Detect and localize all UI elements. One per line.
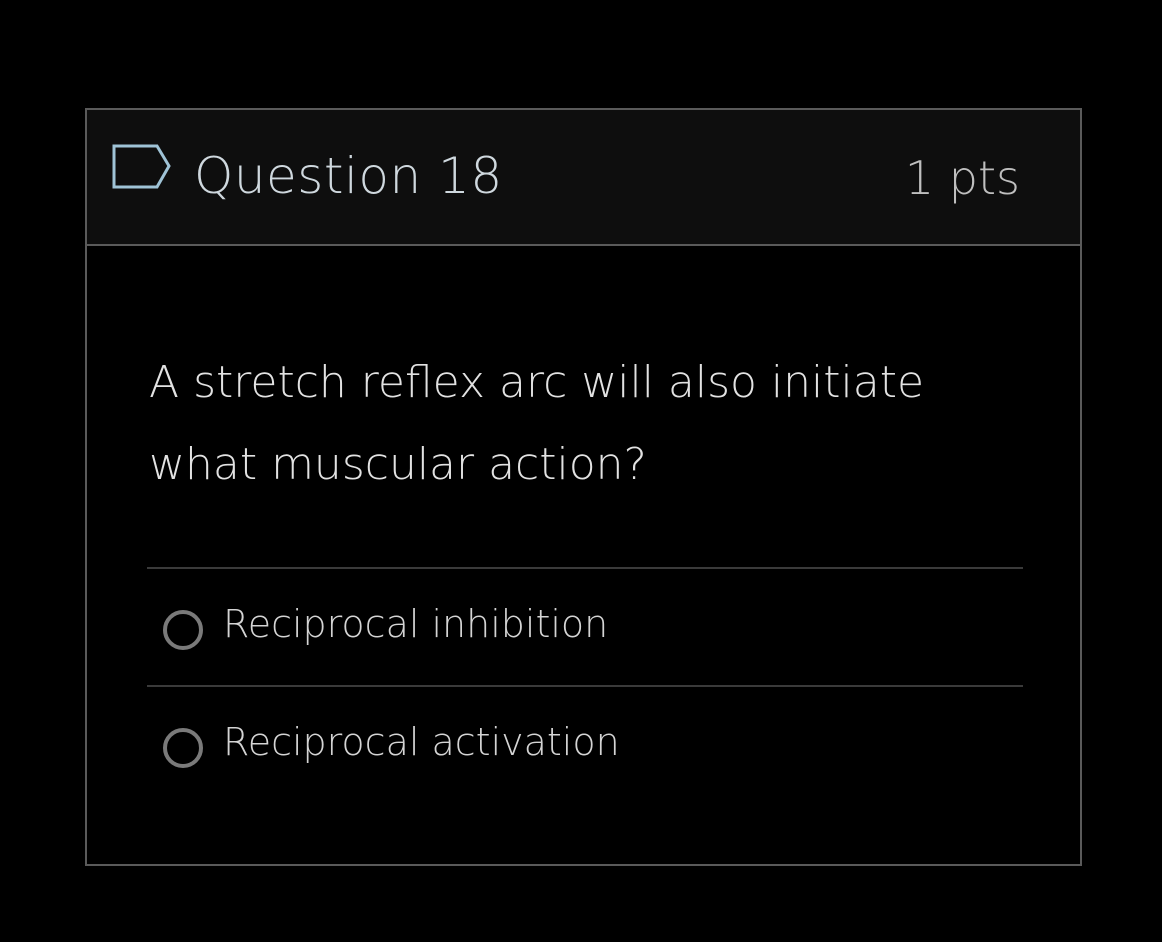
answer-label[interactable]: Reciprocal activation [223,717,620,767]
question-title: Question 18 [194,147,503,205]
radio-button[interactable] [163,728,203,768]
answer-option[interactable]: Reciprocal activation [147,685,1023,803]
answer-option[interactable]: Reciprocal inhibition [147,567,1023,685]
answer-label[interactable]: Reciprocal inhibition [223,599,608,649]
question-card: Question 18 1 pts A stretch reflex arc w… [85,108,1082,866]
question-header: Question 18 1 pts [87,110,1080,246]
question-points: 1 pts [904,151,1020,205]
radio-button[interactable] [163,610,203,650]
answer-list: Reciprocal inhibition Reciprocal activat… [147,567,1023,803]
question-prompt: A stretch reflex arc will also initiate … [149,357,925,490]
flag-outline-icon[interactable] [111,142,173,192]
